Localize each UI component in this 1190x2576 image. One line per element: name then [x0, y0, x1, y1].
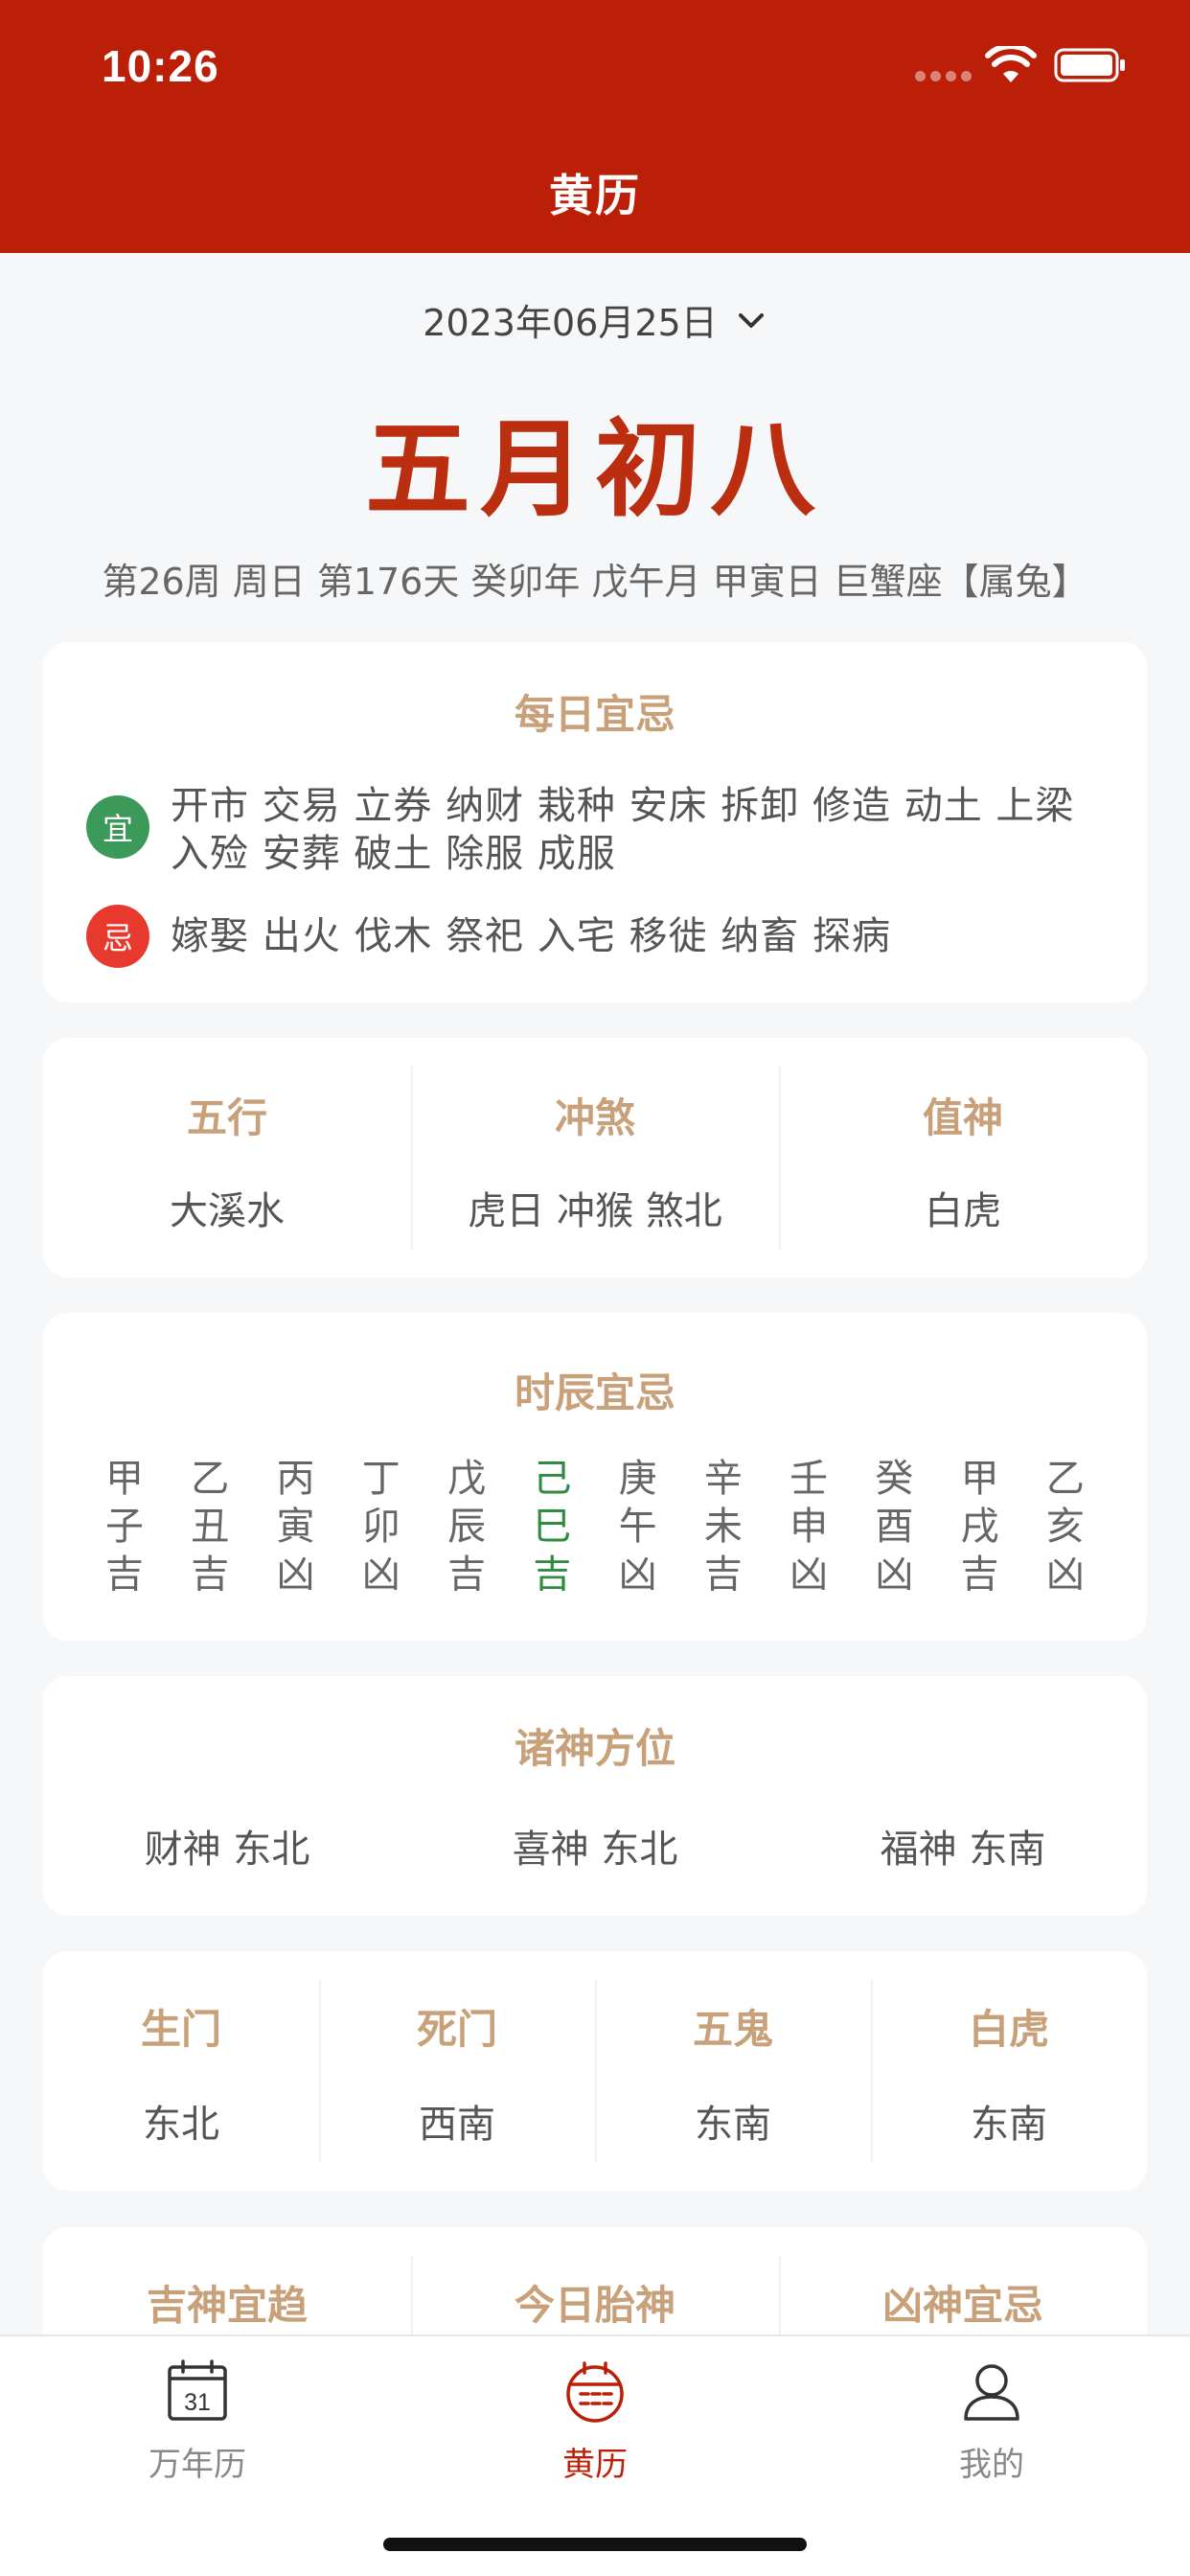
date-detail: 第26周 周日 第176天 癸卯年 戊午月 甲寅日 巨蟹座【属兔】: [102, 561, 1088, 603]
xishen-direction: 喜神 东北: [512, 1828, 678, 1872]
cell-value: 虎日 冲猴 煞北: [468, 1189, 722, 1233]
battery-icon: [1054, 48, 1125, 82]
cell-title: 今日胎神: [514, 2282, 675, 2329]
wuxing-cell: 五行 大溪水: [43, 1038, 411, 1277]
card-title: 诸神方位: [514, 1725, 675, 1772]
zhushen-card: 诸神方位 财神 东北 喜神 东北 福神 东南: [43, 1676, 1147, 1916]
zhishen-cell: 值神 白虎: [779, 1038, 1147, 1277]
shichen-columns: 甲子吉 乙丑吉 丙寅凶 丁卯凶 戊辰吉 己巳吉 庚午凶 辛未吉 壬申凶 癸酉凶 …: [86, 1455, 1104, 1598]
cell-value: 东北: [143, 2103, 219, 2147]
svg-text:31: 31: [184, 2389, 211, 2416]
shichen-column-current: 己巳吉: [533, 1457, 572, 1597]
shichen-column: 癸酉凶: [875, 1457, 914, 1597]
yi-text: 开市 交易 立券 纳财 栽种 安床 拆卸 修造 动土 上梁 入殓 安葬 破土 除…: [171, 784, 1075, 876]
ji-badge: 忌: [86, 905, 149, 968]
almanac-calendar-icon: [566, 2361, 624, 2423]
ji-text: 嫁娶 出火 伐木 祭祀 入宅 移徙 纳畜 探病: [171, 914, 892, 958]
wuxing-card: 五行 大溪水 冲煞 虎日 冲猴 煞北 值神 白虎: [43, 1038, 1147, 1277]
shichen-column: 戊辰吉: [447, 1457, 487, 1597]
shengmen-cell: 生门 东北: [43, 1951, 319, 2191]
page-title: 黄历: [549, 170, 641, 221]
shichen-column: 庚午凶: [618, 1457, 657, 1597]
ji-row: 忌 嫁娶 出火 伐木 祭祀 入宅 移徙 纳畜 探病: [86, 905, 1104, 968]
zhushen-row: 财神 东北 喜神 东北 福神 东南: [43, 1818, 1147, 1874]
cell-title: 吉神宜趋: [146, 2282, 308, 2329]
cell-value: 西南: [419, 2103, 495, 2147]
cell-value: 东南: [971, 2103, 1047, 2147]
home-indicator[interactable]: [383, 2538, 807, 2551]
caishen-direction: 财神 东北: [144, 1828, 310, 1872]
date-picker[interactable]: 2023年06月25日: [0, 293, 1190, 346]
men-card: 生门 东北 死门 西南 五鬼 东南 白虎 东南: [43, 1951, 1147, 2191]
tab-label: 黄历: [562, 2446, 628, 2484]
app-header: 10:26 黄历: [0, 0, 1190, 253]
wugui-cell: 五鬼 东南: [595, 1951, 871, 2191]
selected-date: 2023年06月25日: [423, 302, 718, 344]
tab-wode[interactable]: 我的: [848, 2346, 1135, 2509]
shichen-column: 丁卯凶: [361, 1457, 400, 1597]
cellular-signal-icon: [915, 71, 972, 81]
chevron-down-icon: [738, 312, 764, 328]
shichen-column: 辛未吉: [703, 1457, 743, 1597]
shichen-column: 甲子吉: [105, 1457, 144, 1597]
cell-title: 生门: [140, 2006, 221, 2053]
card-title: 每日宜忌: [514, 691, 675, 738]
shichen-column: 丙寅凶: [276, 1457, 315, 1597]
chongsha-cell: 冲煞 虎日 冲猴 煞北: [411, 1038, 779, 1277]
shichen-column: 甲戌吉: [960, 1457, 999, 1597]
fushen-direction: 福神 东南: [880, 1828, 1046, 1872]
tab-label: 万年历: [149, 2446, 246, 2484]
shichen-card: 时辰宜忌 甲子吉 乙丑吉 丙寅凶 丁卯凶 戊辰吉 己巳吉 庚午凶 辛未吉 壬申凶…: [43, 1313, 1147, 1641]
tab-wannianli[interactable]: 31 万年历: [54, 2346, 341, 2509]
cell-title: 五鬼: [692, 2006, 773, 2053]
baihu-cell: 白虎 东南: [871, 1951, 1147, 2191]
yi-row: 宜 开市 交易 立券 纳财 栽种 安床 拆卸 修造 动土 上梁 入殓 安葬 破土…: [86, 782, 1104, 878]
shichen-column: 乙亥凶: [1045, 1457, 1085, 1597]
cell-value: 白虎: [925, 1189, 1001, 1233]
calendar-31-icon: 31: [168, 2359, 227, 2421]
cell-title: 凶神宜忌: [881, 2282, 1043, 2329]
cell-title: 冲煞: [554, 1094, 635, 1141]
tab-huangli[interactable]: 黄历: [451, 2346, 739, 2509]
cell-value: 东南: [695, 2103, 771, 2147]
daily-yiji-card: 每日宜忌 宜 开市 交易 立券 纳财 栽种 安床 拆卸 修造 动土 上梁 入殓 …: [43, 642, 1147, 1002]
simen-cell: 死门 西南: [319, 1951, 595, 2191]
status-time: 10:26: [102, 41, 219, 91]
shichen-column: 乙丑吉: [191, 1457, 230, 1597]
card-title: 时辰宜忌: [514, 1369, 675, 1416]
wifi-icon: [985, 46, 1037, 82]
cell-value: 大溪水: [170, 1189, 285, 1233]
person-icon: [964, 2364, 1019, 2421]
tab-label: 我的: [959, 2446, 1024, 2484]
cell-title: 死门: [416, 2006, 497, 2053]
shichen-column: 壬申凶: [790, 1457, 829, 1597]
cell-title: 五行: [186, 1094, 267, 1141]
lunar-date: 五月初八: [365, 408, 825, 531]
cell-title: 值神: [922, 1094, 1003, 1141]
cell-title: 白虎: [968, 2006, 1049, 2053]
yi-badge: 宜: [86, 795, 149, 859]
